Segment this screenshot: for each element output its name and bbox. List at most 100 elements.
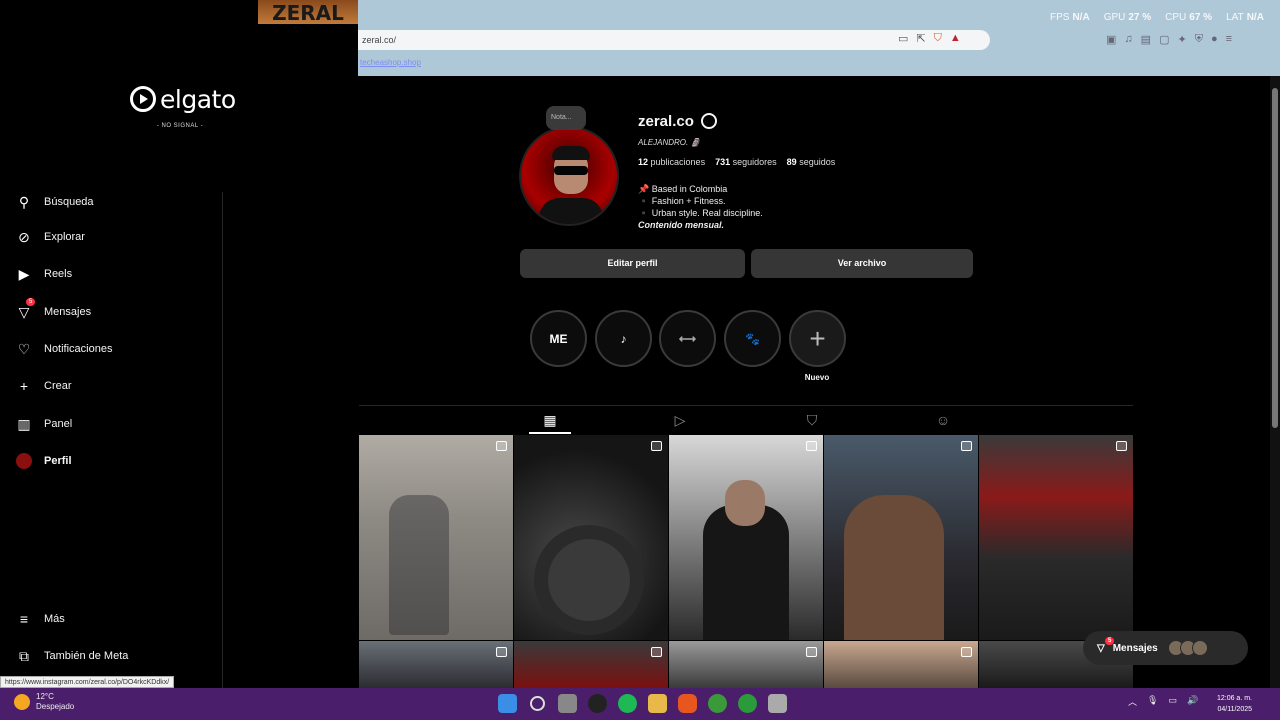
sidebar-item-create[interactable]: + Crear bbox=[16, 378, 72, 394]
messenger-icon: ▽ bbox=[1097, 642, 1105, 654]
active-tab-indicator bbox=[529, 432, 571, 434]
brave-shield-icon[interactable]: ⛉ bbox=[934, 32, 942, 45]
followers-count[interactable]: 731 seguidores bbox=[715, 157, 777, 167]
xbox-icon[interactable] bbox=[738, 694, 757, 713]
sidebar-item-panel[interactable]: ▥ Panel bbox=[16, 416, 72, 432]
status-bar-url: https://www.instagram.com/zeral.co/p/DO4… bbox=[0, 676, 175, 688]
messages-pill-label: Mensajes bbox=[1112, 642, 1158, 654]
sidebar-item-notifications[interactable]: ♡ Notificaciones bbox=[16, 340, 113, 357]
obs-icon[interactable] bbox=[588, 694, 607, 713]
profile-bio: 📌 Based in Colombia ▪️ Fashion + Fitness… bbox=[638, 183, 763, 231]
sidebar-item-profile[interactable]: Perfil bbox=[16, 453, 72, 469]
settings-gear-icon[interactable] bbox=[701, 113, 717, 129]
post-thumbnail[interactable] bbox=[359, 641, 513, 688]
tab-saved-icon[interactable]: ⛉ bbox=[804, 412, 820, 428]
plus-icon: + bbox=[19, 378, 29, 394]
cast-icon[interactable]: ▭ bbox=[898, 32, 908, 45]
reader-icon[interactable]: ▣ bbox=[1106, 33, 1116, 46]
performance-overlay: FPS N/A GPU 27 % CPU 67 % LAT N/A bbox=[1050, 12, 1264, 23]
wallet-icon[interactable]: ▢ bbox=[1159, 33, 1169, 46]
microphone-icon[interactable]: 🎙 bbox=[1147, 695, 1158, 708]
weather-widget[interactable]: 12°C Despejado bbox=[14, 692, 74, 712]
search-icon[interactable] bbox=[530, 696, 545, 711]
highlight-music[interactable]: ♪ bbox=[595, 310, 652, 367]
spotify-icon[interactable] bbox=[618, 694, 637, 713]
video-icon bbox=[651, 441, 662, 451]
start-icon[interactable] bbox=[498, 694, 517, 713]
address-bar-actions: ▭ ⇱ ⛉ ▲ bbox=[898, 32, 961, 45]
vpn-icon[interactable]: ⛨ bbox=[1195, 33, 1203, 46]
sidebar-item-reels[interactable]: ▶ Reels bbox=[16, 266, 73, 282]
app-icon[interactable] bbox=[768, 694, 787, 713]
sidebar-item-more[interactable]: ≡ Más bbox=[16, 611, 65, 627]
brave-icon[interactable] bbox=[678, 694, 697, 713]
video-icon bbox=[806, 647, 817, 657]
following-count[interactable]: 89 seguidos bbox=[787, 157, 836, 167]
edit-profile-button[interactable]: Editar perfil bbox=[520, 249, 745, 278]
brave-rewards-icon[interactable]: ▲ bbox=[950, 32, 961, 45]
profile-icon[interactable]: ● bbox=[1211, 33, 1218, 46]
chevron-up-icon[interactable]: ︿ bbox=[1128, 695, 1137, 708]
note-bubble[interactable]: Nota... bbox=[546, 106, 586, 130]
taskbar-apps bbox=[498, 694, 787, 713]
scrollbar-thumb[interactable] bbox=[1272, 88, 1278, 428]
perf-lat: LAT N/A bbox=[1226, 12, 1264, 23]
messages-pill[interactable]: ▽ 5 Mensajes bbox=[1083, 631, 1248, 665]
address-bar[interactable]: zeral.co/ bbox=[358, 30, 990, 50]
carousel-icon bbox=[961, 647, 972, 657]
tab-tagged-icon[interactable]: ☺ bbox=[935, 412, 951, 428]
video-icon bbox=[496, 647, 507, 657]
messenger-icon: ▽ 5 bbox=[16, 298, 36, 320]
sidebar-nav: ⚲ Búsqueda ⊘ Explorar ▶ Reels ▽ 5 Mensajes ♡ N… bbox=[0, 192, 223, 688]
messages-badge: 5 bbox=[26, 298, 36, 306]
post-thumbnail[interactable] bbox=[824, 641, 978, 688]
bookmark-link[interactable]: techeashop.shop bbox=[360, 58, 421, 67]
profile-tabs: ▦ ▷ ⛉ ☺ bbox=[359, 405, 1133, 435]
avatar-icon bbox=[16, 453, 32, 469]
chart-icon: ▥ bbox=[17, 415, 31, 432]
menu-icon[interactable]: ≡ bbox=[1226, 33, 1232, 46]
profile-avatar[interactable] bbox=[519, 126, 619, 226]
browser-extensions: ▣ ♫ ▤ ▢ ✦ ⛨ ● ≡ bbox=[1106, 33, 1232, 46]
highlight-new-label: Nuevo bbox=[804, 373, 830, 382]
clock-date: 04/11/2025 bbox=[1217, 706, 1252, 713]
sidebar-item-messages[interactable]: ▽ 5 Mensajes bbox=[16, 298, 91, 320]
share-icon[interactable]: ⇱ bbox=[916, 32, 925, 45]
highlight-pets[interactable]: 🐾 bbox=[724, 310, 781, 367]
post-thumbnail[interactable] bbox=[514, 641, 668, 688]
no-signal-label: - NO SIGNAL - bbox=[156, 123, 204, 129]
post-thumbnail[interactable] bbox=[979, 435, 1133, 640]
sidebar-item-meta[interactable]: ⧉ También de Meta bbox=[16, 648, 128, 664]
bio-line: Contenido mensual. bbox=[638, 220, 725, 230]
apps-icon: ⧉ bbox=[19, 647, 29, 664]
highlight-me[interactable]: ME bbox=[530, 310, 587, 367]
post-thumbnail[interactable] bbox=[669, 435, 823, 640]
app-icon[interactable] bbox=[708, 694, 727, 713]
post-thumbnail[interactable] bbox=[824, 435, 978, 640]
network-icon[interactable]: ▭ bbox=[1168, 695, 1177, 708]
post-thumbnail[interactable] bbox=[669, 641, 823, 688]
heart-icon: ♡ bbox=[17, 340, 31, 357]
system-tray: ︿ 🎙 ▭ 🔊 bbox=[1128, 695, 1198, 708]
video-icon bbox=[961, 441, 972, 451]
file-explorer-icon[interactable] bbox=[648, 694, 667, 713]
leo-icon[interactable]: ✦ bbox=[1177, 33, 1186, 46]
sidebar-item-explore[interactable]: ⊘ Explorar bbox=[16, 229, 85, 245]
music-icon[interactable]: ♫ bbox=[1124, 33, 1132, 46]
tab-reels-icon[interactable]: ▷ bbox=[672, 412, 688, 428]
view-archive-button[interactable]: Ver archivo bbox=[751, 249, 973, 278]
video-icon bbox=[806, 441, 817, 451]
tab-posts-grid-icon[interactable]: ▦ bbox=[542, 412, 558, 428]
perf-cpu: CPU 67 % bbox=[1165, 12, 1213, 23]
taskbar-clock[interactable]: 12:06 a. m. 04/11/2025 bbox=[1206, 693, 1252, 715]
highlight-new[interactable]: + bbox=[789, 310, 846, 367]
post-thumbnail[interactable] bbox=[359, 435, 513, 640]
sidebar-item-search[interactable]: ⚲ Búsqueda bbox=[16, 194, 94, 210]
highlight-fitness[interactable]: ⟷ bbox=[659, 310, 716, 367]
volume-icon[interactable]: 🔊 bbox=[1187, 695, 1198, 708]
post-thumbnail[interactable] bbox=[514, 435, 668, 640]
task-view-icon[interactable] bbox=[558, 694, 577, 713]
bio-line: ▪️ Urban style. Real discipline. bbox=[638, 208, 763, 218]
perf-gpu: GPU 27 % bbox=[1103, 12, 1152, 23]
sidebar-icon[interactable]: ▤ bbox=[1141, 33, 1151, 46]
